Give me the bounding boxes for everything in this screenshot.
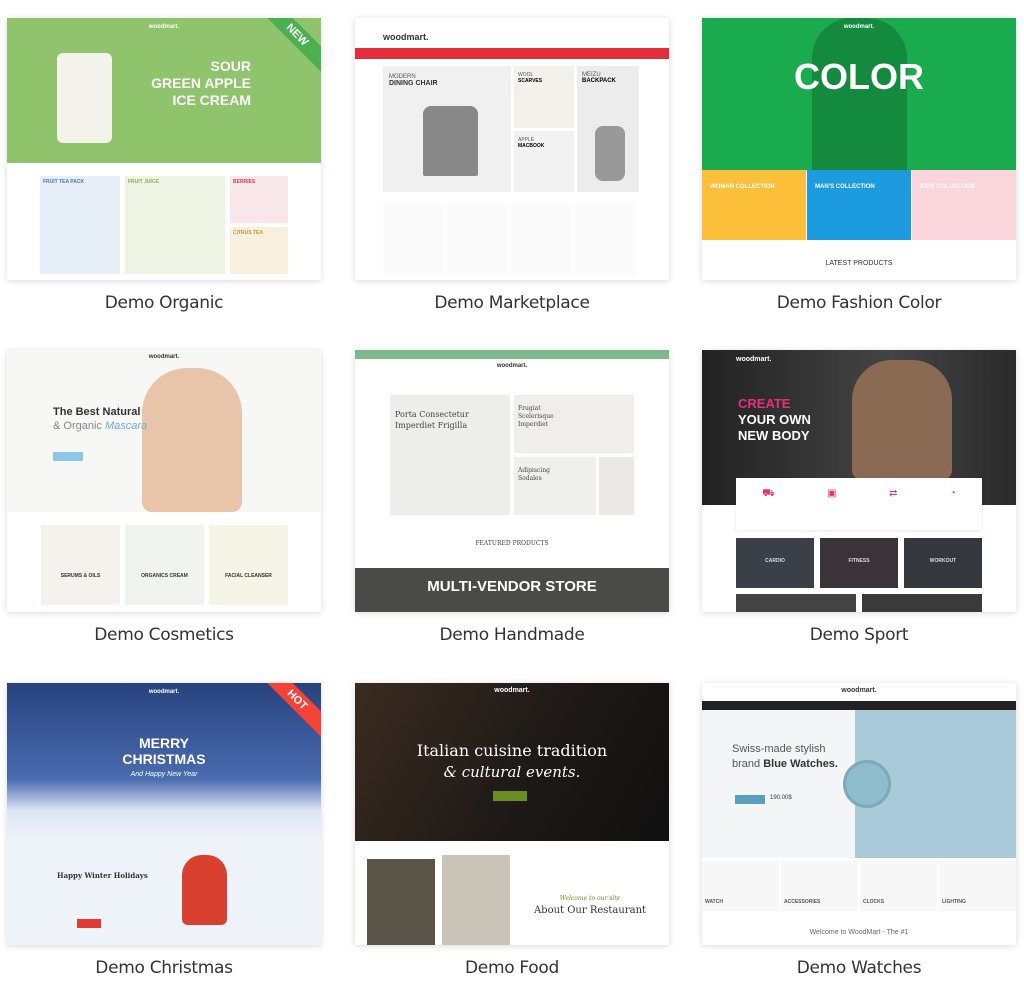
product-image <box>57 53 112 143</box>
shop-button <box>53 452 83 461</box>
hero-subheadline: brand Blue Watches. <box>732 758 838 770</box>
tile <box>862 594 982 612</box>
logo: woodmart. <box>736 356 772 363</box>
hero-headline: SOUR GREEN APPLE ICE CREAM <box>151 58 251 108</box>
demo-caption[interactable]: Demo Christmas <box>7 958 321 978</box>
tile: Adipiscing Sodales <box>514 457 596 515</box>
exchange-icon: ⇄ <box>888 488 898 499</box>
hero-banner <box>355 683 669 841</box>
shop-button <box>77 919 101 928</box>
multi-vendor-banner: MULTI-VENDOR STORE <box>355 568 669 612</box>
demo-caption[interactable]: Demo Organic <box>7 293 321 313</box>
demo-caption[interactable]: Demo Cosmetics <box>7 625 321 645</box>
section-title: FEATURED PRODUCTS <box>475 540 549 547</box>
watch-image <box>843 710 1016 858</box>
hero-headline: Swiss-made stylish <box>732 743 826 755</box>
logo: woodmart. <box>494 687 530 694</box>
support-icon: ◔ <box>949 488 956 499</box>
shop-button <box>735 795 765 804</box>
tile <box>599 457 634 515</box>
food-image <box>367 859 435 945</box>
demo-caption[interactable]: Demo Fashion Color <box>702 293 1016 313</box>
tile: FACIAL CLEANSER <box>209 525 288 605</box>
section-title: Welcome to WoodMart - The #1 <box>809 929 909 936</box>
tile: MAN'S COLLECTION <box>807 170 911 240</box>
hero-subheadline: & cultural events. <box>443 763 581 781</box>
category-grid <box>383 203 639 273</box>
demo-card-sport[interactable]: woodmart. CREATE YOUR OWN NEW BODY ⛟ ▣ ⇄ ◔ CA… <box>702 350 1016 612</box>
tile: LIGHTING <box>939 861 1016 911</box>
food-image <box>442 855 510 945</box>
tile: WORKOUT <box>904 538 982 588</box>
demo-card-cosmetics[interactable]: woodmart. The Best Natural & Organic Mas… <box>7 350 321 612</box>
athlete-image <box>852 360 952 480</box>
logo: woodmart. <box>841 687 877 694</box>
hero-headline: COLOR <box>794 56 924 97</box>
content-section <box>7 843 321 945</box>
tile: ORGANICS CREAM <box>125 525 204 605</box>
section-title: About Our Restaurant <box>533 905 647 916</box>
demo-caption[interactable]: Demo Marketplace <box>355 293 669 313</box>
promo-tile: MODERN DINING CHAIR <box>383 66 511 192</box>
demo-caption[interactable]: Demo Food <box>355 958 669 978</box>
tile: CLOCKS <box>860 861 937 911</box>
tile: ACCESSORIES <box>781 861 858 911</box>
tile: CARDIO <box>736 538 814 588</box>
hero-headline: The Best Natural <box>53 406 141 418</box>
tile <box>736 594 856 612</box>
tile: BERRIES <box>230 176 288 223</box>
tile: Porta Consectetur Imperdiet Frigilla <box>390 395 510 515</box>
demo-card-organic[interactable]: woodmart. SOUR GREEN APPLE ICE CREAM NEW F… <box>7 18 321 280</box>
demo-card-food[interactable]: woodmart. Italian cuisine tradition & cu… <box>355 683 669 945</box>
read-more-button <box>493 791 527 801</box>
demo-caption[interactable]: Demo Sport <box>702 625 1016 645</box>
promo-tile: MEIZU BACKPACK <box>577 66 639 192</box>
tile: CITRUS TEA <box>230 227 288 274</box>
demo-card-handmade[interactable]: woodmart. Porta Consectetur Imperdiet Fr… <box>355 350 669 612</box>
demo-card-marketplace[interactable]: woodmart. MODERN DINING CHAIR WOOL SCARVE… <box>355 18 669 280</box>
demo-card-watches[interactable]: woodmart. Swiss-made stylish brand Blue … <box>702 683 1016 945</box>
hero-headline: Italian cuisine tradition <box>416 741 608 760</box>
hero-subheadline: & Organic Mascara <box>53 420 148 432</box>
tile: Frugiat Scelerisque Imperdiet <box>514 395 634 453</box>
section-title: LATEST PRODUCTS <box>825 260 893 267</box>
santa-illustration <box>182 855 227 925</box>
nav-bar <box>702 701 1016 710</box>
promo-tile: WOOL SCARVES <box>514 66 574 128</box>
tile: WATCH <box>702 861 779 911</box>
price: 190.00$ <box>770 795 792 801</box>
money-icon: ▣ <box>827 488 837 499</box>
nav-bar <box>355 48 669 59</box>
tile: FITNESS <box>820 538 898 588</box>
logo: woodmart. <box>843 24 875 30</box>
demo-caption[interactable]: Demo Handmade <box>355 625 669 645</box>
features-bar: ⛟ ▣ ⇄ ◔ <box>736 478 982 530</box>
logo: woodmart. <box>148 354 180 360</box>
tile: FRUIT TEA PACK <box>40 176 120 274</box>
demo-caption[interactable]: Demo Watches <box>702 958 1016 978</box>
top-bar <box>355 350 669 359</box>
tile: KIDS COLLECTION <box>912 170 1016 240</box>
demo-card-christmas[interactable]: woodmart. MERRY CHRISTMAS And Happy New Ye… <box>7 683 321 945</box>
tile: SERUMS & OILS <box>41 525 120 605</box>
hero-headline: MERRY CHRISTMAS And Happy New Year <box>122 735 206 778</box>
logo: woodmart. <box>383 32 429 42</box>
tile: FRUIT JUICE <box>125 176 225 274</box>
section-kicker: Welcome to our site <box>559 895 621 902</box>
demo-card-fashion-color[interactable]: woodmart. COLOR WOMAN COLLECTION MAN'S C… <box>702 18 1016 280</box>
hero-headline: CREATE YOUR OWN NEW BODY <box>738 396 811 443</box>
logo: woodmart. <box>496 363 528 369</box>
truck-icon: ⛟ <box>762 488 775 499</box>
section-title: Happy Winter Holidays <box>57 871 148 880</box>
tile: WOMAN COLLECTION <box>702 170 806 240</box>
model-image <box>142 368 242 512</box>
promo-tile: APPLE MACBOOK <box>514 131 574 192</box>
